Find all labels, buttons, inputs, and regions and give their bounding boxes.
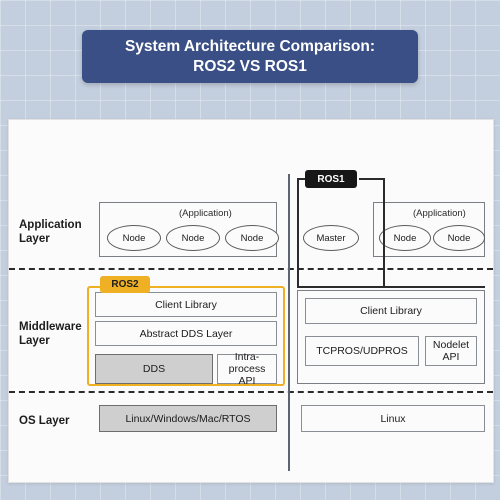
- layer-label-application: Application Layer: [19, 218, 101, 246]
- ros2-abstract-dds-layer-box: Abstract DDS Layer: [95, 321, 277, 346]
- ros1-nodelet-api-box: Nodelet API: [425, 336, 477, 366]
- layer-label-application-line-2: Layer: [19, 233, 50, 245]
- layer-separator-application-middleware: [9, 268, 493, 270]
- layer-label-os: OS Layer: [19, 415, 70, 427]
- architecture-diagram-card: Application Layer Middleware Layer OS La…: [8, 119, 494, 483]
- ros1-node-1[interactable]: Node: [379, 225, 431, 251]
- ros1-client-library-box: Client Library: [305, 298, 477, 324]
- layer-separator-middleware-os: [9, 391, 493, 393]
- ros1-bracket-top-right-stub: [359, 178, 385, 180]
- ros1-application-caption: (Application): [413, 208, 466, 219]
- ros2-application-caption: (Application): [179, 208, 232, 219]
- ros2-node-1[interactable]: Node: [107, 225, 161, 251]
- ros2-intra-process-api-line-1: Intra-process: [228, 351, 266, 375]
- ros1-badge: ROS1: [305, 170, 357, 188]
- ros2-intra-process-api-box: Intra-process API: [217, 351, 277, 387]
- ros2-node-2[interactable]: Node: [166, 225, 220, 251]
- page-title-line-2: ROS2 VS ROS1: [193, 57, 307, 75]
- ros2-ros1-vertical-divider: [288, 174, 290, 471]
- ros1-tcpros-udpros-box: TCPROS/UDPROS: [305, 336, 419, 366]
- ros1-os-box: Linux: [301, 405, 485, 432]
- ros1-bracket-foot: [297, 286, 485, 288]
- ros2-intra-process-api-line-2: API: [238, 375, 256, 387]
- ros1-bracket: [297, 178, 385, 288]
- ros1-node-2[interactable]: Node: [433, 225, 485, 251]
- ros2-badge: ROS2: [100, 276, 150, 293]
- ros2-client-library-box: Client Library: [95, 292, 277, 317]
- ros1-nodelet-api-line-2: API: [442, 351, 460, 363]
- ros1-nodelet-api-line-1: Nodelet: [432, 339, 470, 351]
- ros2-dds-box: DDS: [95, 354, 213, 384]
- ros2-node-3[interactable]: Node: [225, 225, 279, 251]
- page-title-banner: System Architecture Comparison: ROS2 VS …: [82, 30, 418, 83]
- page-title-line-1: System Architecture Comparison:: [124, 37, 376, 55]
- ros2-os-box: Linux/Windows/Mac/RTOS: [99, 405, 277, 432]
- layer-label-application-line-1: Application: [19, 219, 82, 231]
